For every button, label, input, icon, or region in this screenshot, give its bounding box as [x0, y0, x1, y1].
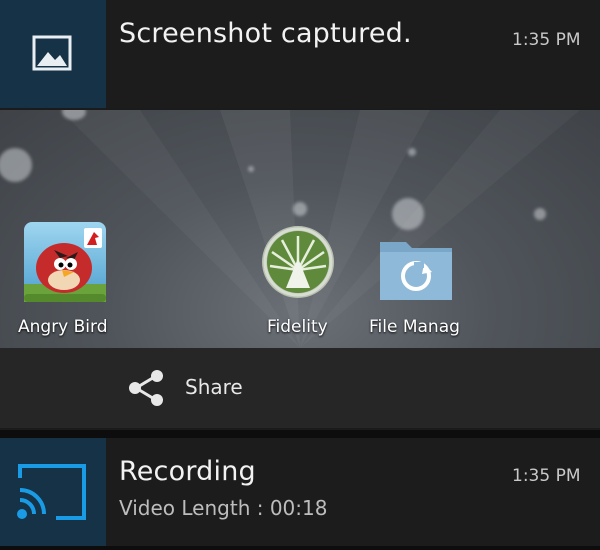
cast-icon — [17, 464, 86, 520]
recording-title: Recording — [119, 456, 256, 487]
screenshot-title: Screenshot captured. — [119, 18, 412, 49]
share-button[interactable]: Share — [0, 348, 600, 428]
recording-time: 1:35 PM — [512, 466, 581, 486]
app-label: File Manag — [369, 317, 460, 337]
screenshot-notification-header[interactable]: Screenshot captured. 1:35 PM — [0, 0, 600, 108]
wallpaper-bubble — [392, 198, 424, 230]
screenshot-preview[interactable]: Angry Bird Fidelity File Manag — [0, 110, 600, 348]
screenshot-icon-box — [0, 0, 106, 108]
angry-birds-icon — [24, 222, 106, 302]
image-icon — [32, 35, 72, 71]
app-label: Fidelity — [267, 317, 328, 337]
screenshot-time: 1:35 PM — [512, 30, 581, 50]
share-label: Share — [185, 375, 243, 399]
recording-icon-box — [0, 438, 106, 546]
wallpaper-bubble — [408, 148, 416, 156]
wallpaper-bubble — [248, 166, 254, 172]
recording-subtitle: Video Length : 00:18 — [119, 496, 328, 520]
file-manager-icon — [380, 242, 452, 300]
wallpaper-bubble — [534, 208, 546, 220]
share-icon — [129, 370, 163, 406]
fidelity-icon — [262, 226, 334, 298]
recording-notification[interactable]: Recording Video Length : 00:18 1:35 PM — [0, 438, 600, 546]
screenshot-notification[interactable]: Screenshot captured. 1:35 PM Angry Bird … — [0, 0, 600, 430]
app-label: Angry Bird — [18, 317, 108, 337]
wallpaper-bubble — [293, 202, 307, 216]
